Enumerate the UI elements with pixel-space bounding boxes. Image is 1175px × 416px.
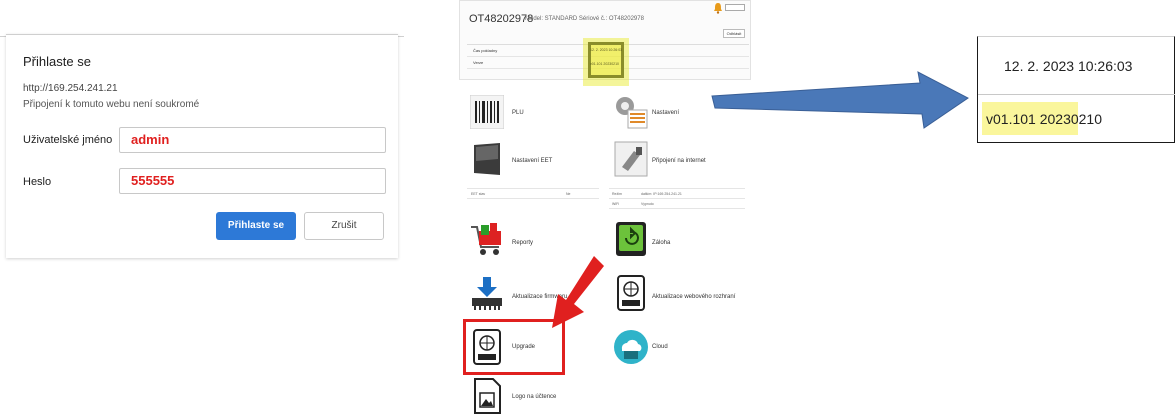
image-file-icon[interactable] (469, 378, 505, 414)
login-dialog: Přihlaste se http://169.254.241.21 Připo… (6, 34, 398, 258)
username-field[interactable]: admin (119, 127, 386, 153)
zoom-datetime: 12. 2. 2023 10:26:03 (1004, 58, 1133, 74)
row-divider (609, 208, 745, 209)
tile-settings[interactable]: Nastavení (652, 110, 679, 116)
tile-cloud[interactable]: Cloud (652, 344, 668, 350)
login-button[interactable]: Přihlaste se (216, 212, 296, 240)
html-file-icon[interactable] (613, 275, 649, 311)
cancel-button[interactable]: Zrušit (304, 212, 384, 240)
info-row-label: Verze (473, 60, 484, 65)
cloud-icon[interactable] (613, 329, 649, 365)
username-label: Uživatelské jméno (23, 134, 113, 146)
net-mode-label: Režim (612, 192, 622, 196)
device-model: Model: STANDARD Sériové č.: OT48202978 (525, 16, 644, 22)
zoom-divider (978, 94, 1175, 95)
device-serial: OT48202978 (469, 13, 534, 25)
dialog-privacy-note: Připojení k tomuto webu není soukromé (23, 99, 200, 110)
net-mode-value: dalším: IP:169.254.241.21 (641, 192, 682, 196)
barcode-icon[interactable] (469, 94, 505, 130)
row-divider (467, 188, 599, 189)
highlight-version: v01.101 20230210 (590, 62, 619, 66)
row-divider (609, 188, 745, 189)
row-divider (609, 198, 745, 199)
background-divider (398, 36, 404, 37)
info-row-label: Čas pokladny (473, 48, 498, 53)
password-field[interactable]: 555555 (119, 168, 386, 194)
settings-icon[interactable] (613, 94, 649, 130)
tile-eet[interactable]: Nastavení EET (512, 158, 552, 164)
wifi-value: Vypnuto (641, 202, 654, 206)
shopping-cart-icon[interactable] (469, 221, 505, 257)
red-arrow-icon (552, 256, 604, 328)
tile-plu[interactable]: PLU (512, 110, 524, 116)
eet-status-value: Ne (566, 192, 571, 196)
tile-reports[interactable]: Reporty (512, 240, 533, 246)
tile-web-update[interactable]: Aktualizace webového rozhraní (652, 294, 735, 300)
tile-internet[interactable]: Připojení na internet (652, 158, 706, 164)
dialog-url: http://169.254.241.21 (23, 83, 118, 94)
eet-icon[interactable] (469, 141, 505, 177)
network-icon[interactable] (613, 141, 649, 177)
wifi-label: WiFi (612, 202, 619, 206)
upgrade-html-icon[interactable] (469, 329, 505, 365)
tile-upgrade[interactable]: Upgrade (512, 344, 535, 350)
dialog-title: Přihlaste se (23, 54, 91, 69)
tile-backup[interactable]: Záloha (652, 240, 670, 246)
backup-drive-icon[interactable] (613, 221, 649, 257)
firmware-chip-icon[interactable] (469, 275, 505, 311)
tile-logo[interactable]: Logo na účtence (512, 394, 556, 400)
eet-status-label: EET stav (471, 192, 486, 196)
language-select[interactable] (725, 4, 745, 11)
logout-button[interactable]: Odhlásit (723, 29, 745, 38)
bell-icon[interactable] (713, 2, 723, 14)
blue-arrow-icon (711, 71, 969, 129)
password-label: Heslo (23, 176, 52, 188)
zoom-version: v01.101 20230210 (986, 111, 1102, 127)
highlight-datetime: 12. 2. 2023 10:26:03 (590, 48, 623, 52)
zoomed-version-box: 12. 2. 2023 10:26:03 v01.101 20230210 (977, 36, 1175, 143)
row-divider (467, 198, 599, 199)
